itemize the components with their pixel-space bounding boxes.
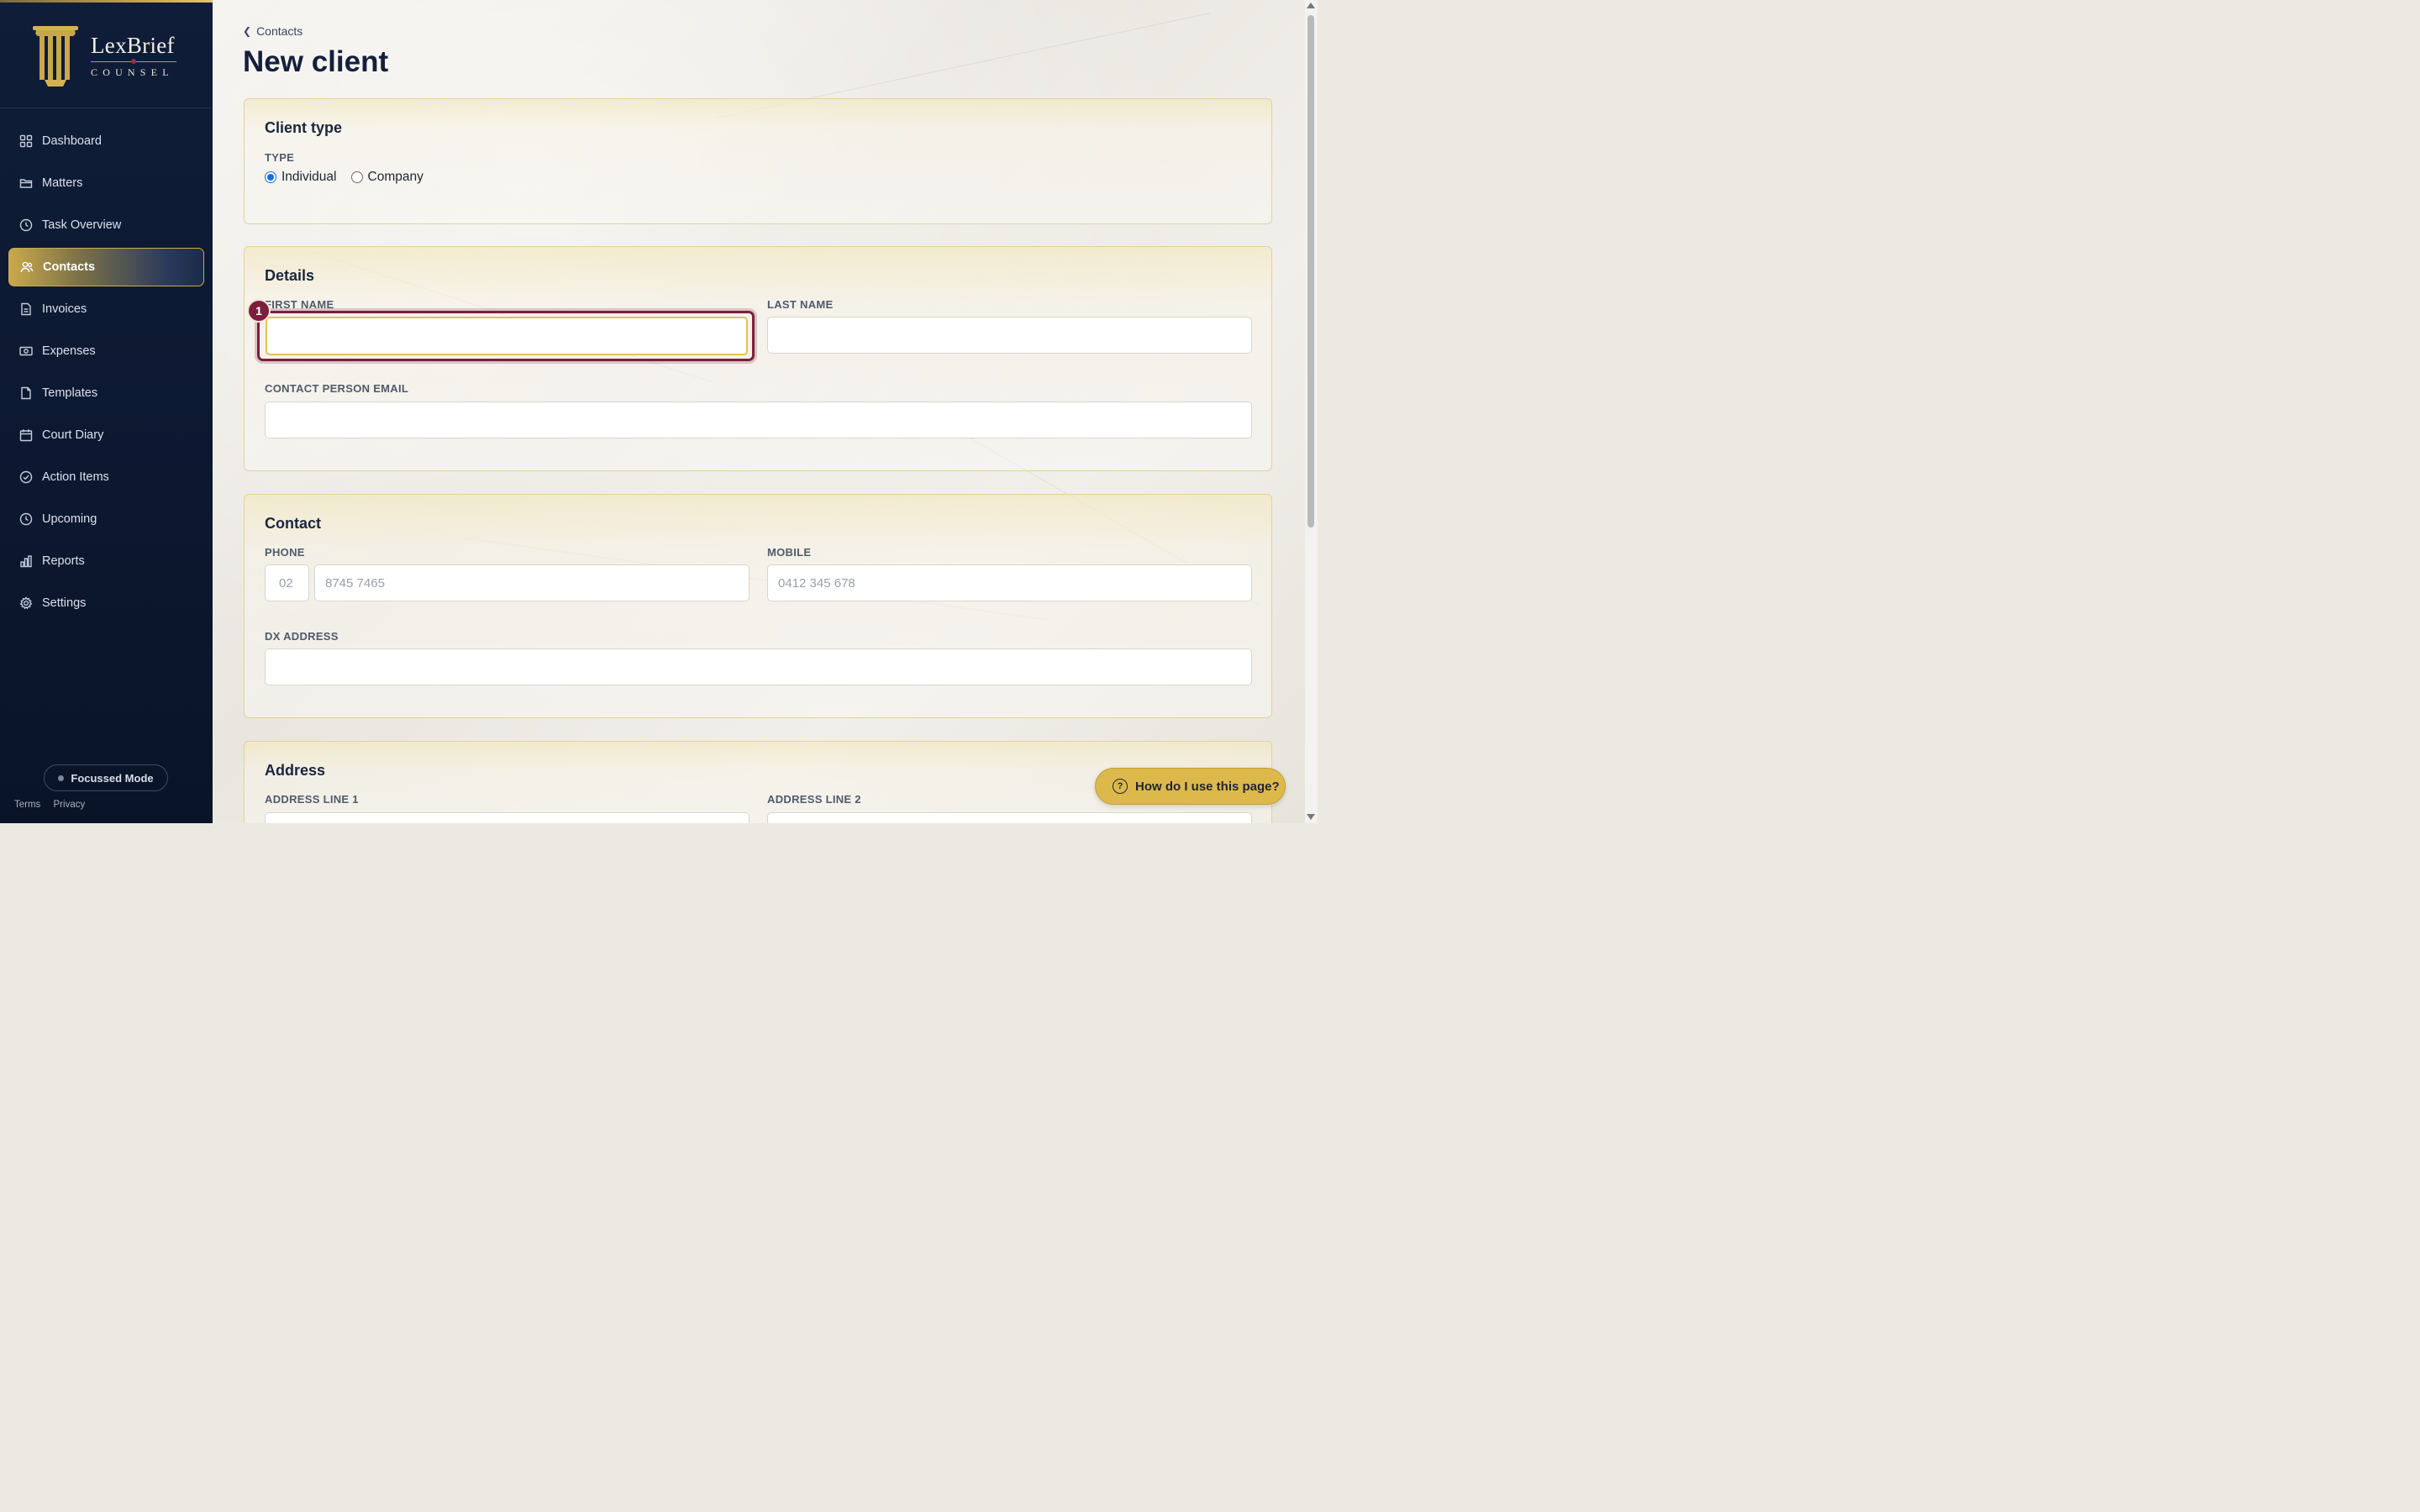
- sidebar-item-label: Task Overview: [42, 218, 122, 232]
- help-button[interactable]: ? How do I use this page?: [1095, 768, 1286, 805]
- folder-icon: [18, 176, 34, 191]
- last-name-input[interactable]: [767, 317, 1252, 354]
- sidebar-item-reports[interactable]: Reports: [8, 542, 204, 580]
- breadcrumb-label: Contacts: [256, 24, 303, 38]
- brand-subtitle: COUNSEL: [91, 66, 174, 78]
- details-heading: Details: [265, 267, 315, 284]
- address-heading: Address: [265, 762, 326, 779]
- sidebar-item-label: Court Diary: [42, 428, 104, 442]
- address-line1-label: ADDRESS LINE 1: [265, 793, 359, 806]
- last-name-label: LAST NAME: [767, 298, 834, 311]
- sidebar-item-label: Action Items: [42, 470, 109, 484]
- sidebar-item-matters[interactable]: Matters: [8, 164, 204, 202]
- main-content: ❮ Contacts New client Client type TYPE I…: [213, 0, 1305, 823]
- sidebar-item-label: Dashboard: [42, 134, 102, 148]
- gear-icon: [18, 596, 34, 611]
- address-line2-input[interactable]: [767, 812, 1252, 823]
- sidebar-item-court-diary[interactable]: Court Diary: [8, 416, 204, 454]
- grid-icon: [18, 134, 34, 149]
- file-icon: [18, 386, 34, 401]
- scroll-up-icon[interactable]: [1307, 3, 1315, 8]
- individual-radio[interactable]: [265, 171, 276, 183]
- sidebar-item-label: Matters: [42, 176, 83, 190]
- first-name-label: FIRST NAME: [265, 298, 334, 311]
- document-icon: [18, 302, 34, 317]
- brand[interactable]: LexBrief COUNSEL: [0, 3, 213, 108]
- focused-mode-toggle[interactable]: Focussed Mode: [44, 764, 168, 791]
- sidebar-item-label: Contacts: [43, 260, 96, 274]
- page-title: New client: [243, 45, 389, 78]
- mobile-input[interactable]: 0412 345 678: [767, 564, 1252, 601]
- app-root: LexBrief COUNSEL Dashboard Matters Task …: [0, 0, 1318, 823]
- breadcrumb[interactable]: ❮ Contacts: [243, 24, 302, 38]
- focused-mode-label: Focussed Mode: [71, 771, 154, 785]
- footer-links: Terms Privacy: [14, 800, 95, 810]
- mobile-label: MOBILE: [767, 546, 812, 559]
- users-icon: [19, 260, 34, 275]
- individual-radio-label[interactable]: Individual: [281, 170, 337, 185]
- status-dot-icon: [58, 774, 65, 781]
- sidebar-item-task-overview[interactable]: Task Overview: [8, 206, 204, 244]
- sidebar-item-upcoming[interactable]: Upcoming: [8, 500, 204, 538]
- scroll-down-icon[interactable]: [1307, 814, 1315, 820]
- sidebar-item-settings[interactable]: Settings: [8, 584, 204, 622]
- help-button-label: How do I use this page?: [1135, 779, 1280, 794]
- phone-number-input[interactable]: 8745 7465: [314, 564, 750, 601]
- contact-card: Contact PHONE 02 8745 7465 MOBILE 0412 3…: [244, 494, 1272, 718]
- clock-icon: [18, 218, 34, 233]
- question-circle-icon: ?: [1113, 779, 1128, 794]
- sidebar-item-label: Settings: [42, 596, 87, 610]
- sidebar-item-dashboard[interactable]: Dashboard: [8, 122, 204, 160]
- company-radio[interactable]: [350, 171, 363, 183]
- sidebar-item-expenses[interactable]: Expenses: [8, 332, 204, 370]
- phone-area-code-input[interactable]: 02: [265, 564, 309, 601]
- client-type-card: Client type TYPE Individual Company: [244, 98, 1272, 224]
- email-label: CONTACT PERSON EMAIL: [265, 382, 409, 395]
- company-radio-label[interactable]: Company: [368, 170, 424, 185]
- scrollbar-thumb[interactable]: [1307, 15, 1314, 528]
- bar-chart-icon: [18, 554, 34, 569]
- dx-address-label: DX ADDRESS: [265, 630, 339, 643]
- address-line2-label: ADDRESS LINE 2: [767, 793, 861, 806]
- sidebar-item-templates[interactable]: Templates: [8, 374, 204, 412]
- sidebar-item-label: Templates: [42, 386, 98, 400]
- sidebar-item-label: Upcoming: [42, 512, 97, 526]
- sidebar-item-label: Reports: [42, 554, 85, 568]
- sidebar-item-contacts[interactable]: Contacts: [8, 248, 204, 286]
- sidebar-item-label: Invoices: [42, 302, 87, 316]
- chevron-left-icon: ❮: [243, 25, 252, 37]
- sidebar-item-action-items[interactable]: Action Items: [8, 458, 204, 496]
- check-circle-icon: [18, 470, 34, 485]
- terms-link[interactable]: Terms: [14, 800, 40, 810]
- calendar-icon: [18, 428, 34, 443]
- brand-name: LexBrief: [91, 33, 175, 58]
- address-line1-input[interactable]: [265, 812, 750, 823]
- client-type-heading: Client type: [265, 119, 343, 136]
- type-label: TYPE: [265, 151, 295, 164]
- sidebar-item-label: Expenses: [42, 344, 96, 358]
- brand-dot: [131, 59, 136, 64]
- pillar-icon: [33, 26, 78, 87]
- contact-heading: Contact: [265, 515, 321, 532]
- clock-icon: [18, 512, 34, 527]
- sidebar: LexBrief COUNSEL Dashboard Matters Task …: [0, 0, 213, 823]
- sidebar-item-invoices[interactable]: Invoices: [8, 290, 204, 328]
- privacy-link[interactable]: Privacy: [54, 800, 86, 810]
- first-name-input[interactable]: [266, 317, 748, 355]
- phone-label: PHONE: [265, 546, 305, 559]
- client-type-radio-group: Individual Company: [265, 170, 424, 185]
- step-badge: 1: [247, 299, 271, 323]
- banknote-icon: [18, 344, 34, 359]
- dx-address-input[interactable]: [265, 648, 1252, 685]
- contact-email-input[interactable]: [265, 402, 1252, 438]
